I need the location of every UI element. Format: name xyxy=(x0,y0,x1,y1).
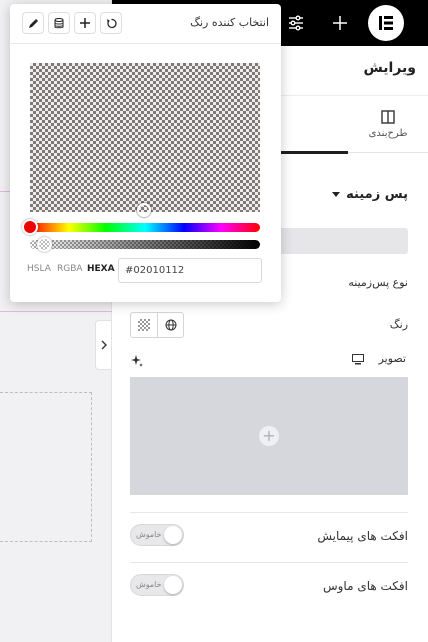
color-control xyxy=(130,312,184,338)
color-picker-title: انتخاب کننده رنگ xyxy=(190,16,269,29)
divider xyxy=(130,512,408,513)
switch-knob xyxy=(164,576,182,594)
tab-layout-label: طرح‌بندی xyxy=(368,128,408,139)
globe-icon xyxy=(165,319,176,331)
caret-down-icon xyxy=(332,191,341,197)
canvas-empty-placeholder[interactable] xyxy=(0,392,92,542)
eyedropper-icon xyxy=(28,18,38,28)
opacity-handle[interactable] xyxy=(37,237,52,252)
database-icon xyxy=(54,17,64,28)
image-upload-area[interactable]: + xyxy=(130,377,408,495)
add-global-color-button[interactable] xyxy=(74,12,96,34)
format-hsla[interactable]: HSLA xyxy=(27,264,51,274)
add-element-icon[interactable] xyxy=(324,7,356,39)
switch-knob xyxy=(164,526,182,544)
opacity-slider[interactable] xyxy=(30,240,260,249)
panel-collapse-toggle[interactable] xyxy=(95,320,111,370)
reset-color-button[interactable] xyxy=(100,12,122,34)
mouse-effects-switch[interactable]: خاموش xyxy=(130,574,184,596)
hue-handle[interactable] xyxy=(22,219,38,235)
elementor-logo-icon[interactable] xyxy=(368,5,404,41)
background-section-header[interactable]: پس زمینه xyxy=(332,187,408,202)
color-picker-popover: انتخاب کننده رنگ HSLA RGBA HEXA xyxy=(10,4,281,302)
background-type-label: نوع پس‌زمینه xyxy=(348,276,408,289)
global-colors-button[interactable] xyxy=(157,313,183,337)
plus-icon xyxy=(80,18,90,28)
columns-icon xyxy=(381,110,395,124)
switch-off-text: خاموش xyxy=(136,580,162,589)
scrolling-effects-switch[interactable]: خاموش xyxy=(130,524,184,546)
switch-off-text: خاموش xyxy=(136,530,162,539)
saturation-area[interactable] xyxy=(30,63,260,212)
canvas-section-outline xyxy=(0,311,112,312)
hue-slider[interactable] xyxy=(30,223,260,232)
mouse-effects-label: افکت های ماوس xyxy=(322,579,408,593)
color-label: رنگ xyxy=(389,318,408,331)
reset-icon xyxy=(106,18,117,28)
global-colors-list-button[interactable] xyxy=(48,12,70,34)
add-image-icon: + xyxy=(259,426,279,446)
color-picker-header: انتخاب کننده رنگ xyxy=(10,4,281,44)
color-swatch-button[interactable] xyxy=(131,313,157,337)
desktop-icon[interactable] xyxy=(352,354,364,365)
settings-sliders-icon[interactable] xyxy=(280,7,312,39)
ai-sparkle-icon[interactable] xyxy=(130,354,144,368)
format-rgba[interactable]: RGBA xyxy=(57,264,83,274)
hex-color-input[interactable] xyxy=(118,258,262,283)
tab-layout[interactable]: طرح‌بندی xyxy=(348,96,428,153)
image-label: تصویر xyxy=(378,352,406,365)
section-title: پس زمینه xyxy=(346,187,408,202)
panel-title: ویرایش xyxy=(363,60,416,76)
chevron-right-icon xyxy=(101,340,107,350)
format-hexa[interactable]: HEXA xyxy=(87,264,115,274)
saturation-handle[interactable] xyxy=(137,203,151,217)
eyedropper-button[interactable] xyxy=(22,12,44,34)
image-control-row: تصویر xyxy=(130,352,408,370)
transparent-swatch-icon xyxy=(138,319,150,331)
divider xyxy=(130,562,408,563)
scrolling-effects-label: افکت های پیمایش xyxy=(317,529,408,543)
